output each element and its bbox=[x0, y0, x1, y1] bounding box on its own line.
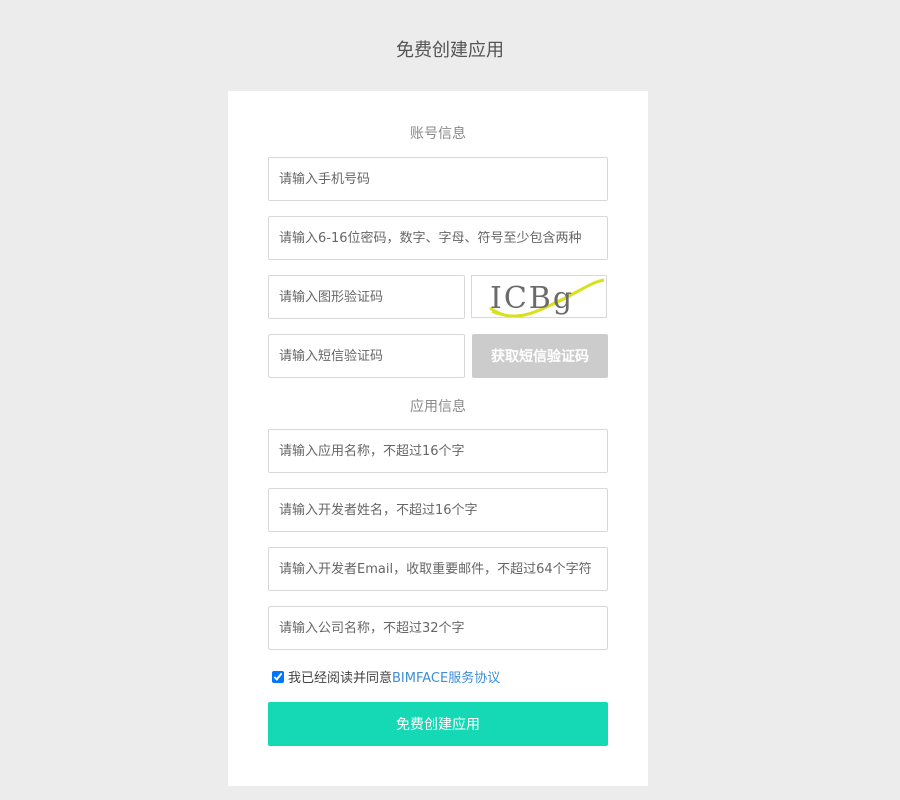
agreement-row: 我已经阅读并同意 BIMFACE服务协议 bbox=[272, 667, 500, 686]
password-input[interactable] bbox=[268, 216, 608, 260]
developer-email-input[interactable] bbox=[268, 547, 608, 591]
app-section-title: 应用信息 bbox=[410, 399, 466, 415]
captcha-image[interactable]: ICBg bbox=[471, 275, 607, 318]
signup-card: 账号信息 ICBg 获取短信验证码 应用信息 我已经阅读并同意 BIMFACE服… bbox=[228, 91, 648, 786]
developer-name-input[interactable] bbox=[268, 488, 608, 532]
captcha-input[interactable] bbox=[268, 275, 465, 319]
captcha-text: ICBg bbox=[490, 281, 574, 316]
app-name-input[interactable] bbox=[268, 429, 608, 473]
phone-input[interactable] bbox=[268, 157, 608, 201]
service-agreement-link[interactable]: BIMFACE服务协议 bbox=[392, 667, 500, 686]
get-sms-code-button[interactable]: 获取短信验证码 bbox=[472, 334, 608, 378]
page-title: 免费创建应用 bbox=[396, 40, 504, 61]
agreement-checkbox[interactable] bbox=[272, 670, 284, 683]
sms-code-input[interactable] bbox=[268, 334, 465, 378]
agreement-text: 我已经阅读并同意 bbox=[288, 671, 393, 686]
account-section-title: 账号信息 bbox=[410, 126, 466, 142]
create-app-button[interactable]: 免费创建应用 bbox=[268, 702, 608, 746]
company-name-input[interactable] bbox=[268, 606, 608, 650]
